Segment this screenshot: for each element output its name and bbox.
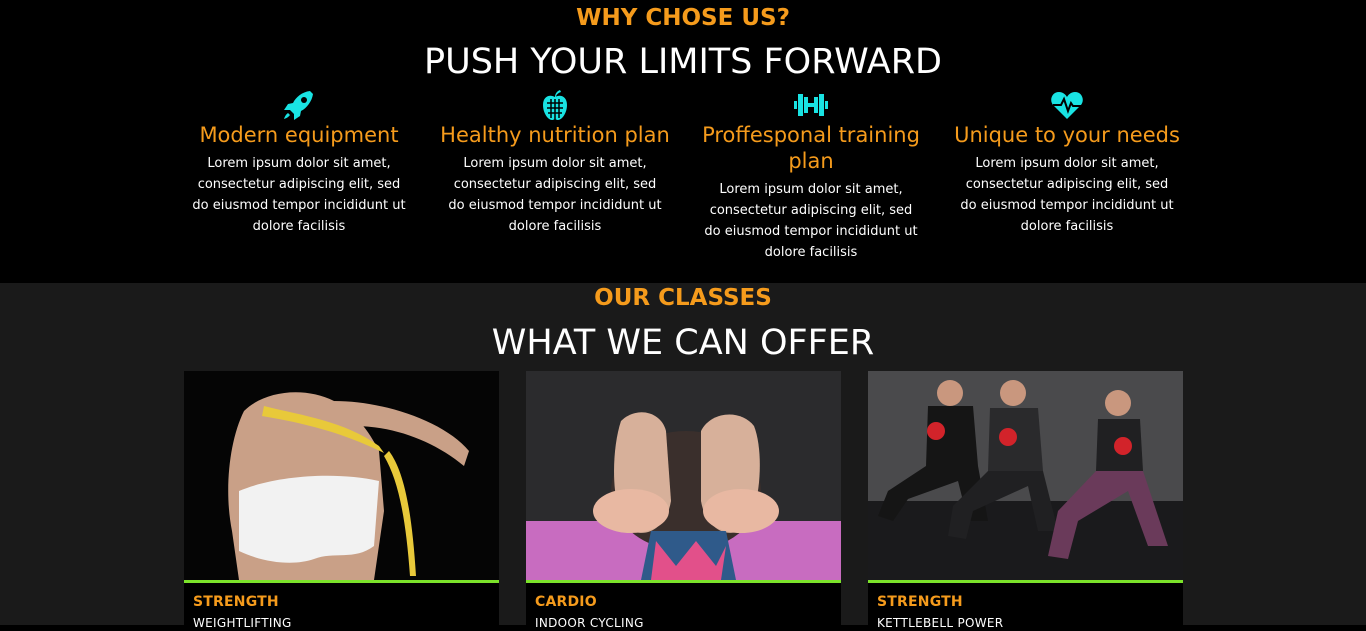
feature-text: Lorem ipsum dolor sit amet, consectetur … — [960, 156, 1174, 234]
feature-title: Proffesponal training plan — [702, 123, 920, 173]
class-category: CARDIO — [535, 594, 597, 610]
card-accent-bar — [184, 580, 499, 583]
classes-headline: WHAT WE CAN OFFER — [491, 323, 875, 363]
dumbbell-icon — [794, 94, 828, 116]
feature-title: Modern equipment — [199, 123, 399, 147]
feature-text: Lorem ipsum dolor sit amet, consectetur … — [448, 156, 662, 234]
feature-text: Lorem ipsum dolor sit amet, consectetur … — [704, 182, 918, 260]
class-name: KETTLEBELL POWER — [877, 616, 1004, 630]
class-category: STRENGTH — [193, 594, 279, 610]
class-photo-kettlebell — [868, 371, 1183, 580]
why-eyebrow: WHY CHOSE US? — [576, 5, 790, 31]
feature-healthy-nutrition: Healthy nutrition plan Lorem ipsum dolor… — [440, 89, 670, 237]
heartbeat-icon — [1051, 92, 1083, 119]
feature-unique-needs: Unique to your needs Lorem ipsum dolor s… — [952, 89, 1182, 237]
feature-modern-equipment: Modern equipment Lorem ipsum dolor sit a… — [184, 89, 414, 237]
classes-eyebrow: OUR CLASSES — [594, 285, 772, 311]
feature-title: Healthy nutrition plan — [440, 123, 670, 147]
why-headline: PUSH YOUR LIMITS FORWARD — [423, 42, 942, 82]
class-card[interactable]: CARDIO INDOOR CYCLING — [526, 371, 841, 631]
our-classes-section: OUR CLASSES WHAT WE CAN OFFER STRENGTH W… — [0, 283, 1366, 631]
class-card[interactable]: STRENGTH WEIGHTLIFTING — [184, 371, 499, 631]
class-name: INDOOR CYCLING — [535, 616, 644, 630]
class-photo-weightlifting — [184, 371, 499, 580]
feature-title: Unique to your needs — [954, 123, 1180, 147]
why-choose-us-section: WHY CHOSE US? PUSH YOUR LIMITS FORWARD M… — [0, 0, 1366, 283]
class-photo-cycling — [526, 371, 841, 580]
card-accent-bar — [868, 580, 1183, 583]
feature-professional-training: Proffesponal training plan Lorem ipsum d… — [696, 89, 926, 263]
rocket-icon — [284, 91, 313, 120]
class-name: WEIGHTLIFTING — [193, 616, 292, 630]
class-category: STRENGTH — [877, 594, 963, 610]
card-accent-bar — [526, 580, 841, 583]
feature-text: Lorem ipsum dolor sit amet, consectetur … — [192, 156, 406, 234]
class-card[interactable]: STRENGTH KETTLEBELL POWER — [868, 371, 1183, 631]
apple-icon — [543, 90, 567, 120]
